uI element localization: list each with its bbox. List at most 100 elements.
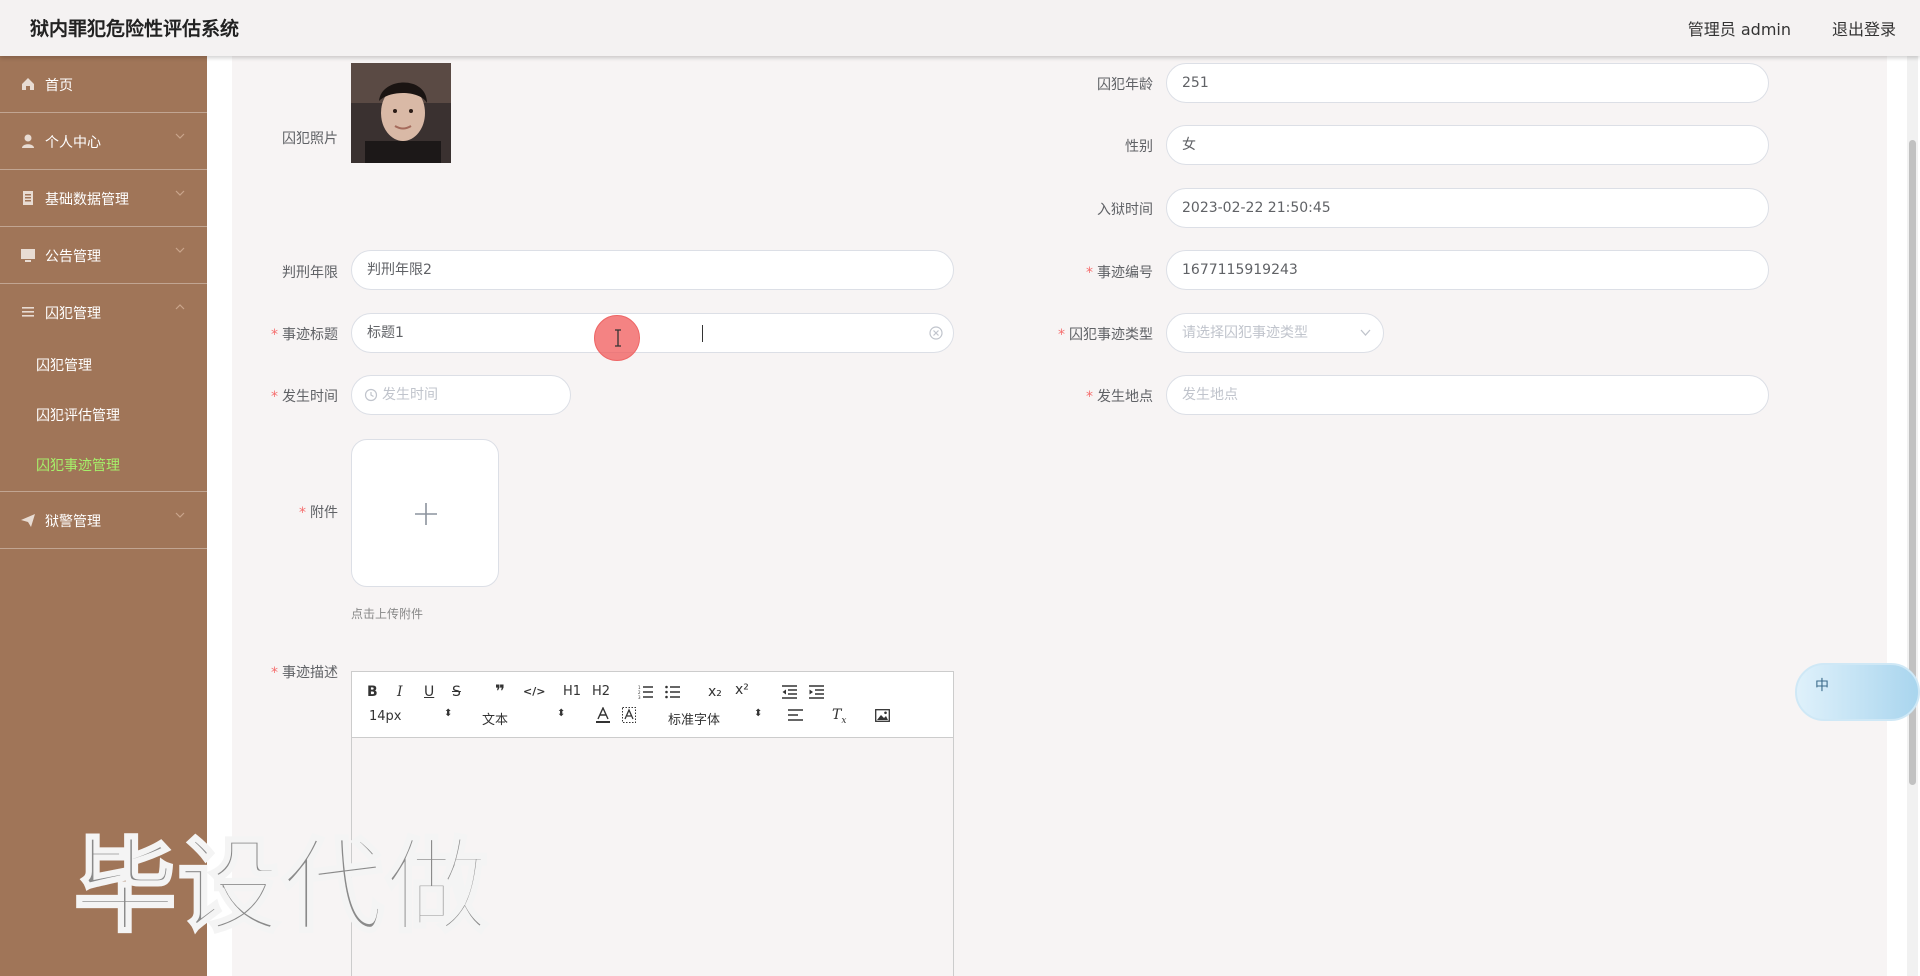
blockquote-button[interactable]: ❞ xyxy=(495,682,505,702)
image-icon[interactable] xyxy=(875,709,890,722)
sidebar-item-guard-management[interactable]: 狱警管理 xyxy=(0,492,207,549)
clock-icon xyxy=(364,388,378,402)
font-size-select[interactable]: 14px xyxy=(369,709,402,724)
entry-time-label: 入狱时间 xyxy=(1033,199,1153,219)
event-type-select[interactable]: 请选择囚犯事迹类型 xyxy=(1166,313,1384,353)
required-mark: * xyxy=(299,505,306,521)
outdent-icon[interactable] xyxy=(782,685,797,699)
event-title-value: 标题1 xyxy=(367,325,404,341)
block-type-select-arrow: ⬍ xyxy=(557,708,566,719)
occur-time-picker[interactable]: 发生时间 xyxy=(351,375,571,415)
attachment-uploader[interactable] xyxy=(351,439,499,587)
block-type-select[interactable]: 文本 xyxy=(482,709,508,728)
sidebar-item-basic-data[interactable]: 基础数据管理 xyxy=(0,170,207,227)
align-icon[interactable] xyxy=(788,709,803,722)
monitor-icon xyxy=(21,249,35,262)
text-caret xyxy=(702,325,703,342)
sidebar-item-label: 狱警管理 xyxy=(45,514,101,530)
event-type-label-text: 囚犯事迹类型 xyxy=(1069,327,1153,343)
sidebar-item-prisoner-management[interactable]: 囚犯管理 xyxy=(0,284,207,341)
underline-button[interactable]: U xyxy=(424,684,434,700)
watermark: 毕设代做 xyxy=(73,827,490,949)
required-mark: * xyxy=(271,389,278,405)
age-label-text: 囚犯年龄 xyxy=(1097,77,1153,93)
background-color-icon[interactable] xyxy=(622,707,636,723)
font-color-icon[interactable] xyxy=(596,707,610,723)
text-cursor-icon xyxy=(615,329,621,347)
required-mark: * xyxy=(271,665,278,681)
ordered-list-icon[interactable]: 123 xyxy=(638,685,653,699)
upload-tip: 点击上传附件 xyxy=(351,607,424,621)
event-title-label: * 事迹标题 xyxy=(218,324,338,344)
prisoner-submenu: 囚犯管理 囚犯评估管理 囚犯事迹管理 xyxy=(0,341,207,492)
event-title-label-text: 事迹标题 xyxy=(282,327,338,343)
sidebar-item-label: 公告管理 xyxy=(45,249,101,265)
occur-time-placeholder: 发生时间 xyxy=(382,387,438,403)
logout-button[interactable]: 退出登录 xyxy=(1832,16,1896,40)
sidebar-item-label: 个人中心 xyxy=(45,135,101,151)
strike-button[interactable]: S xyxy=(452,684,461,700)
prisoner-photo xyxy=(351,63,451,163)
photo-label-text: 囚犯照片 xyxy=(282,131,338,147)
entry-time-label-text: 入狱时间 xyxy=(1097,202,1153,218)
occur-place-label: * 发生地点 xyxy=(1033,386,1153,406)
occur-place-input[interactable]: 发生地点 xyxy=(1166,375,1769,415)
event-no-input[interactable]: 1677115919243 xyxy=(1166,250,1769,290)
chevron-down-icon xyxy=(175,247,185,253)
submenu-prisoner-assessment[interactable]: 囚犯评估管理 xyxy=(0,391,207,441)
bold-button[interactable]: B xyxy=(367,684,378,700)
clear-icon[interactable] xyxy=(929,326,943,340)
required-mark: * xyxy=(1086,389,1093,405)
ime-floating-widget[interactable]: 中 xyxy=(1795,663,1920,721)
occur-place-label-text: 发生地点 xyxy=(1097,389,1153,405)
chevron-down-icon xyxy=(175,190,185,196)
current-user-label: 管理员 admin xyxy=(1687,20,1791,39)
prisoner-photo-image xyxy=(351,63,451,163)
h1-button[interactable]: H1 xyxy=(563,684,581,699)
gender-input[interactable]: 女 xyxy=(1166,125,1769,165)
sidebar-item-label: 囚犯管理 xyxy=(45,306,101,322)
description-label: * 事迹描述 xyxy=(218,662,338,682)
menu-icon xyxy=(22,307,34,317)
sidebar-item-personal-center[interactable]: 个人中心 xyxy=(0,113,207,170)
bullet-list-icon[interactable] xyxy=(665,685,680,699)
photo-label: 囚犯照片 xyxy=(218,128,338,148)
submenu-prisoner-list[interactable]: 囚犯管理 xyxy=(0,341,207,391)
sidebar-item-label: 首页 xyxy=(45,78,73,94)
sentence-label-text: 判刑年限 xyxy=(282,265,338,281)
sentence-input[interactable]: 判刑年限2 xyxy=(351,250,954,290)
italic-button[interactable]: I xyxy=(397,684,403,700)
font-family-select[interactable]: 标准字体 xyxy=(668,709,720,728)
sidebar-item-label: 基础数据管理 xyxy=(45,192,129,208)
editor-toolbar: B I U S ❞ </> H1 H2 123 x₂ x² 14px ⬍ 文本 … xyxy=(352,672,953,738)
event-title-input[interactable]: 标题1 xyxy=(351,313,954,353)
age-input[interactable]: 251 xyxy=(1166,63,1769,103)
clear-format-icon[interactable]: Tx xyxy=(832,707,846,726)
app-title: 狱内罪犯危险性评估系统 xyxy=(30,18,240,40)
send-icon xyxy=(21,514,35,527)
home-icon xyxy=(22,78,34,90)
event-no-label-text: 事迹编号 xyxy=(1097,265,1153,281)
attachment-label: * 附件 xyxy=(218,502,338,522)
font-size-select-arrow: ⬍ xyxy=(444,708,453,719)
submenu-prisoner-events[interactable]: 囚犯事迹管理 xyxy=(0,441,207,491)
event-type-placeholder: 请选择囚犯事迹类型 xyxy=(1182,325,1308,341)
attachment-label-text: 附件 xyxy=(310,505,338,521)
indent-icon[interactable] xyxy=(809,685,824,699)
gender-label-text: 性别 xyxy=(1125,139,1153,155)
sidebar-item-home[interactable]: 首页 xyxy=(0,56,207,113)
h2-button[interactable]: H2 xyxy=(592,684,610,699)
sidebar-item-announcements[interactable]: 公告管理 xyxy=(0,227,207,284)
age-label: 囚犯年龄 xyxy=(1033,74,1153,94)
superscript-button[interactable]: x² xyxy=(735,682,749,698)
top-header: 狱内罪犯危险性评估系统 管理员 admin 退出登录 xyxy=(0,0,1920,56)
svg-text:3: 3 xyxy=(638,695,641,699)
code-button[interactable]: </> xyxy=(523,685,545,698)
occur-time-label: * 发生时间 xyxy=(218,386,338,406)
required-mark: * xyxy=(1086,265,1093,281)
plus-icon xyxy=(415,503,437,525)
event-type-label: * 囚犯事迹类型 xyxy=(1033,324,1153,344)
sentence-label: 判刑年限 xyxy=(218,262,338,282)
subscript-button[interactable]: x₂ xyxy=(708,684,722,700)
entry-time-input[interactable]: 2023-02-22 21:50:45 xyxy=(1166,188,1769,228)
